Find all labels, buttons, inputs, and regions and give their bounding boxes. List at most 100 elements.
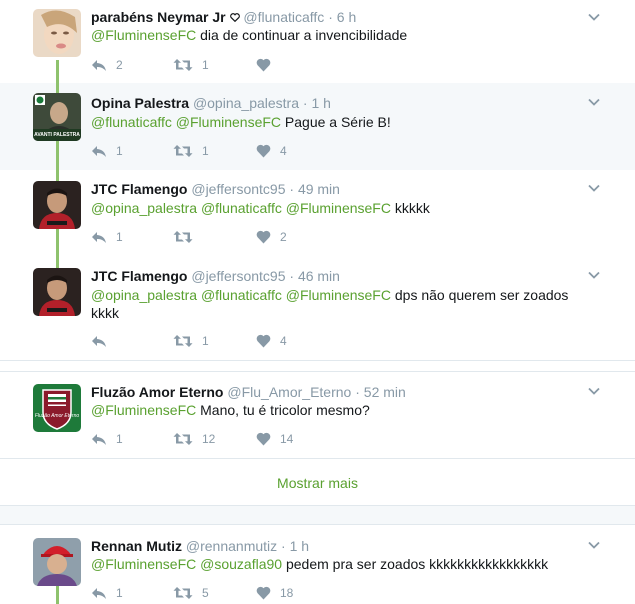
reply-button[interactable] <box>91 333 116 349</box>
retweet-count: 5 <box>202 586 209 600</box>
avatar[interactable]: AVANTI PALESTRA <box>33 93 81 141</box>
timestamp[interactable]: 49 min <box>298 181 340 197</box>
mention-link[interactable]: @souzafla90 <box>200 556 282 572</box>
retweet-button[interactable]: 1 <box>173 57 209 73</box>
avatar[interactable] <box>33 268 81 316</box>
user-name[interactable]: Fluzão Amor Eterno <box>91 384 224 400</box>
user-name[interactable]: JTC Flamengo <box>91 268 187 284</box>
avatar-caption: Fluzão Amor Eterno <box>34 413 80 419</box>
retweet-icon <box>173 433 193 445</box>
reply-button[interactable]: 1 <box>91 431 123 447</box>
chevron-down-icon[interactable] <box>587 10 601 24</box>
like-button[interactable]: 4 <box>256 333 287 349</box>
user-handle[interactable]: @Flu_Amor_Eterno <box>227 384 351 400</box>
timestamp[interactable]: 1 h <box>290 538 309 554</box>
retweet-button[interactable]: 1 <box>173 333 209 349</box>
avatar[interactable]: Fluzão Amor Eterno <box>33 384 81 432</box>
reply-count: 2 <box>116 58 123 72</box>
retweet-button[interactable]: 1 <box>173 143 209 159</box>
mention-link[interactable]: @opina_palestra <box>91 287 197 303</box>
retweet-icon <box>173 145 193 157</box>
chevron-down-icon[interactable] <box>587 384 601 398</box>
avatar[interactable] <box>33 538 81 586</box>
mention-link[interactable]: @FluminenseFC <box>91 556 196 572</box>
retweet-button[interactable]: 5 <box>173 585 209 601</box>
text-segment: Mano, tu é tricolor mesmo? <box>196 402 370 418</box>
mention-link[interactable]: @flunaticaffc <box>201 200 282 216</box>
like-button[interactable] <box>256 57 280 73</box>
timestamp[interactable]: 1 h <box>311 95 330 111</box>
tweet-text: @FluminenseFC dia de continuar a invenci… <box>91 26 591 44</box>
separator-dot: · <box>289 181 295 197</box>
user-name[interactable]: parabéns Neymar Jr <box>91 9 226 25</box>
retweet-button[interactable]: 12 <box>173 431 215 447</box>
thread-line <box>56 60 59 83</box>
text-segment: dps não querem ser zoados <box>390 287 569 303</box>
chevron-down-icon[interactable] <box>587 538 601 552</box>
chevron-down-icon[interactable] <box>587 268 601 282</box>
like-button[interactable]: 14 <box>256 431 293 447</box>
retweet-button[interactable] <box>173 229 202 245</box>
tweet[interactable]: AVANTI PALESTRA Opina Palestra @opina_pa… <box>0 83 635 170</box>
timestamp[interactable]: 46 min <box>298 268 340 284</box>
retweet-count: 1 <box>202 334 209 348</box>
separator-dot: · <box>355 384 360 400</box>
text-segment: pedem pra ser zoados kkkkkkkkkkkkkkkkk <box>282 556 549 572</box>
avatar[interactable] <box>33 9 81 57</box>
retweet-icon <box>173 587 193 599</box>
avatar[interactable] <box>33 181 81 229</box>
user-handle[interactable]: @flunaticaffc <box>243 9 324 25</box>
user-name[interactable]: Rennan Mutiz <box>91 538 182 554</box>
heart-icon <box>256 144 271 158</box>
like-button[interactable]: 18 <box>256 585 293 601</box>
thread-line <box>56 257 59 268</box>
tweet[interactable]: Fluzão Amor Eterno Fluzão Amor Eterno @F… <box>0 372 635 458</box>
chevron-down-icon[interactable] <box>587 95 601 109</box>
tweet[interactable]: Rennan Mutiz @rennanmutiz · 1 h @Flumine… <box>0 525 635 604</box>
mention-link[interactable]: @FluminenseFC <box>286 287 391 303</box>
thread-line <box>56 141 59 170</box>
mention-link[interactable]: @flunaticaffc <box>201 287 282 303</box>
heart-icon <box>256 230 271 244</box>
reply-button[interactable]: 2 <box>91 57 123 73</box>
user-handle[interactable]: @opina_palestra <box>193 95 299 111</box>
mention-link[interactable]: @flunaticaffc <box>91 114 172 130</box>
reply-button[interactable]: 1 <box>91 585 123 601</box>
user-handle[interactable]: @jeffersontc95 <box>191 181 285 197</box>
show-more-link[interactable]: Mostrar mais <box>0 475 635 491</box>
tweet-text: @opina_palestra @flunaticaffc @Fluminens… <box>91 199 591 217</box>
mention-link[interactable]: @opina_palestra <box>91 200 197 216</box>
tweet-text: @opina_palestra @flunaticaffc @Fluminens… <box>91 286 591 322</box>
user-name[interactable]: JTC Flamengo <box>91 181 187 197</box>
tweet[interactable]: JTC Flamengo @jeffersontc95 · 49 min @op… <box>0 170 635 257</box>
tweet-text: @flunaticaffc @FluminenseFC Pague a Séri… <box>91 113 591 131</box>
like-count: 4 <box>280 334 287 348</box>
heart-icon <box>256 58 271 72</box>
tweet[interactable]: JTC Flamengo @jeffersontc95 · 46 min @op… <box>0 257 635 360</box>
mention-link[interactable]: @FluminenseFC <box>176 114 281 130</box>
retweet-count: 1 <box>202 144 209 158</box>
timestamp[interactable]: 52 min <box>364 384 406 400</box>
timestamp[interactable]: 6 h <box>337 9 356 25</box>
user-handle[interactable]: @jeffersontc95 <box>191 268 285 284</box>
divider <box>0 360 635 361</box>
tweet[interactable]: parabéns Neymar Jr @flunaticaffc · 6 h @… <box>0 0 635 83</box>
reply-button[interactable]: 1 <box>91 143 123 159</box>
mention-link[interactable]: @FluminenseFC <box>286 200 391 216</box>
retweet-count: 12 <box>202 432 216 446</box>
tweet-text: @FluminenseFC @souzafla90 pedem pra ser … <box>91 555 591 573</box>
mention-link[interactable]: @FluminenseFC <box>91 27 196 43</box>
reply-button[interactable]: 1 <box>91 229 123 245</box>
avatar-caption: AVANTI PALESTRA <box>34 132 80 138</box>
thread-line <box>56 586 59 604</box>
like-button[interactable]: 2 <box>256 229 287 245</box>
like-count: 18 <box>280 586 294 600</box>
text-segment: kkkkk <box>390 200 430 216</box>
user-name[interactable]: Opina Palestra <box>91 95 189 111</box>
chevron-down-icon[interactable] <box>587 181 601 195</box>
like-button[interactable]: 4 <box>256 143 287 159</box>
separator-dot: · <box>289 268 295 284</box>
mention-link[interactable]: @FluminenseFC <box>91 402 196 418</box>
user-handle[interactable]: @rennanmutiz <box>186 538 277 554</box>
retweet-count: 1 <box>202 58 209 72</box>
